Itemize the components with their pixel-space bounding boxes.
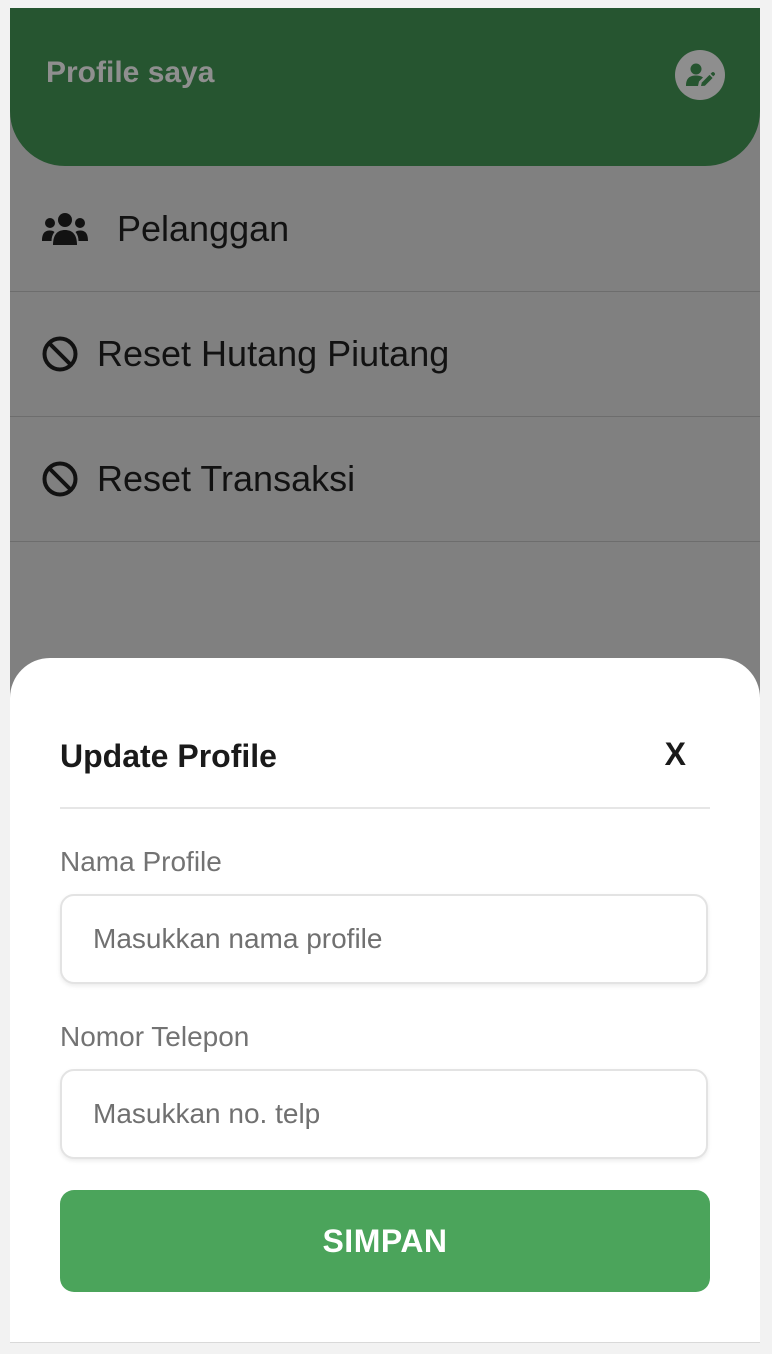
nomor-telepon-input[interactable] [60,1069,708,1159]
sheet-header: Update Profile X [60,728,710,809]
menu-item-reset-transaksi[interactable]: Reset Transaksi [10,417,760,542]
ban-icon [41,335,79,373]
simpan-button[interactable]: SIMPAN [60,1190,710,1292]
nama-profile-label: Nama Profile [60,846,222,877]
update-profile-sheet: Update Profile X Nama Profile Nomor Tele… [10,658,760,1342]
page-title: Profile saya [46,56,215,89]
profile-header: Profile saya [10,8,760,166]
app-screen: Profile saya Pelanggan Reset Hutang Piut… [10,8,760,1343]
sheet-title: Update Profile [60,738,277,774]
user-edit-icon [686,63,715,86]
menu-item-label: Reset Transaksi [97,458,356,499]
nomor-telepon-label: Nomor Telepon [60,1021,250,1052]
menu-item-reset-hutang-piutang[interactable]: Reset Hutang Piutang [10,292,760,417]
menu-item-label: Pelanggan [117,207,290,249]
menu-item-pelanggan[interactable]: Pelanggan [10,166,760,292]
settings-menu: Pelanggan Reset Hutang Piutang Reset Tra… [10,166,760,542]
menu-item-label: Reset Hutang Piutang [97,333,450,374]
users-icon [41,210,89,248]
ban-icon [41,460,79,498]
nama-profile-input[interactable] [60,894,708,984]
edit-profile-button[interactable] [675,50,725,100]
close-button[interactable]: X [665,736,686,773]
